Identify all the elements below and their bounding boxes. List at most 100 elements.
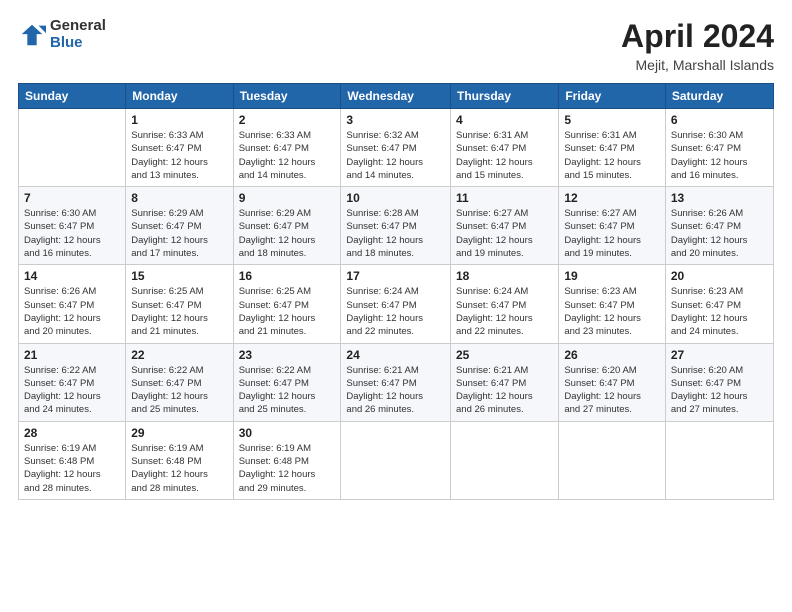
day-number: 11 — [456, 191, 553, 205]
calendar-cell: 26Sunrise: 6:20 AM Sunset: 6:47 PM Dayli… — [559, 343, 666, 421]
day-number: 16 — [239, 269, 336, 283]
calendar-header-friday: Friday — [559, 84, 666, 109]
day-detail: Sunrise: 6:33 AM Sunset: 6:47 PM Dayligh… — [131, 129, 227, 182]
calendar-header-sunday: Sunday — [19, 84, 126, 109]
day-detail: Sunrise: 6:21 AM Sunset: 6:47 PM Dayligh… — [346, 364, 445, 417]
calendar-table: SundayMondayTuesdayWednesdayThursdayFrid… — [18, 83, 774, 500]
title-month: April 2024 — [621, 18, 774, 55]
calendar-cell — [341, 421, 451, 499]
calendar-cell: 9 Sunrise: 6:29 AM Sunset: 6:47 PM Daylig… — [233, 187, 341, 265]
day-detail: Sunrise: 6:33 AM Sunset: 6:47 PM Dayligh… — [239, 129, 336, 182]
day-detail: Sunrise: 6:22 AM Sunset: 6:47 PM Dayligh… — [24, 364, 120, 417]
calendar-week-2: 7Sunrise: 6:30 AM Sunset: 6:47 PM Daylig… — [19, 187, 774, 265]
day-number: 9 — [239, 191, 336, 205]
day-detail: Sunrise: 6:27 AM Sunset: 6:47 PM Dayligh… — [456, 207, 553, 260]
calendar-cell: 1 Sunrise: 6:33 AM Sunset: 6:47 PM Daylig… — [126, 109, 233, 187]
day-detail: Sunrise: 6:30 AM Sunset: 6:47 PM Dayligh… — [24, 207, 120, 260]
day-number: 25 — [456, 348, 553, 362]
day-number: 29 — [131, 426, 227, 440]
calendar-cell: 11 Sunrise: 6:27 AM Sunset: 6:47 PM Dayli… — [451, 187, 559, 265]
day-detail: Sunrise: 6:29 AM Sunset: 6:47 PM Dayligh… — [239, 207, 336, 260]
day-number: 2 — [239, 113, 336, 127]
day-detail: Sunrise: 6:26 AM Sunset: 6:47 PM Dayligh… — [671, 207, 768, 260]
day-number: 19 — [564, 269, 660, 283]
header: General Blue April 2024 Mejit, Marshall … — [18, 18, 774, 73]
day-detail: Sunrise: 6:22 AM Sunset: 6:47 PM Dayligh… — [131, 364, 227, 417]
day-detail: Sunrise: 6:19 AM Sunset: 6:48 PM Dayligh… — [24, 442, 120, 495]
day-detail: Sunrise: 6:19 AM Sunset: 6:48 PM Dayligh… — [239, 442, 336, 495]
calendar-header-saturday: Saturday — [665, 84, 773, 109]
calendar-week-1: 1 Sunrise: 6:33 AM Sunset: 6:47 PM Daylig… — [19, 109, 774, 187]
calendar-cell: 15 Sunrise: 6:25 AM Sunset: 6:47 PM Dayli… — [126, 265, 233, 343]
day-detail: Sunrise: 6:21 AM Sunset: 6:47 PM Dayligh… — [456, 364, 553, 417]
calendar-cell: 4Sunrise: 6:31 AM Sunset: 6:47 PM Daylig… — [451, 109, 559, 187]
day-number: 5 — [564, 113, 660, 127]
calendar-cell — [665, 421, 773, 499]
calendar-cell: 12 Sunrise: 6:27 AM Sunset: 6:47 PM Dayli… — [559, 187, 666, 265]
day-detail: Sunrise: 6:23 AM Sunset: 6:47 PM Dayligh… — [564, 285, 660, 338]
calendar-week-3: 14Sunrise: 6:26 AM Sunset: 6:47 PM Dayli… — [19, 265, 774, 343]
calendar-cell: 20 Sunrise: 6:23 AM Sunset: 6:47 PM Dayli… — [665, 265, 773, 343]
day-number: 30 — [239, 426, 336, 440]
day-number: 27 — [671, 348, 768, 362]
calendar-cell: 28 Sunrise: 6:19 AM Sunset: 6:48 PM Dayli… — [19, 421, 126, 499]
day-detail: Sunrise: 6:25 AM Sunset: 6:47 PM Dayligh… — [239, 285, 336, 338]
calendar-cell: 29 Sunrise: 6:19 AM Sunset: 6:48 PM Dayli… — [126, 421, 233, 499]
page: General Blue April 2024 Mejit, Marshall … — [0, 0, 792, 612]
day-detail: Sunrise: 6:31 AM Sunset: 6:47 PM Dayligh… — [564, 129, 660, 182]
day-detail: Sunrise: 6:32 AM Sunset: 6:47 PM Dayligh… — [346, 129, 445, 182]
day-detail: Sunrise: 6:19 AM Sunset: 6:48 PM Dayligh… — [131, 442, 227, 495]
title-location: Mejit, Marshall Islands — [621, 57, 774, 73]
calendar-cell: 27Sunrise: 6:20 AM Sunset: 6:47 PM Dayli… — [665, 343, 773, 421]
day-number: 15 — [131, 269, 227, 283]
day-number: 1 — [131, 113, 227, 127]
calendar-cell: 3 Sunrise: 6:32 AM Sunset: 6:47 PM Daylig… — [341, 109, 451, 187]
calendar-cell: 5 Sunrise: 6:31 AM Sunset: 6:47 PM Daylig… — [559, 109, 666, 187]
calendar-cell: 25 Sunrise: 6:21 AM Sunset: 6:47 PM Dayli… — [451, 343, 559, 421]
title-block: April 2024 Mejit, Marshall Islands — [621, 18, 774, 73]
day-detail: Sunrise: 6:20 AM Sunset: 6:47 PM Dayligh… — [564, 364, 660, 417]
calendar-header-row: SundayMondayTuesdayWednesdayThursdayFrid… — [19, 84, 774, 109]
day-detail: Sunrise: 6:24 AM Sunset: 6:47 PM Dayligh… — [346, 285, 445, 338]
calendar-header-thursday: Thursday — [451, 84, 559, 109]
day-number: 6 — [671, 113, 768, 127]
day-number: 12 — [564, 191, 660, 205]
calendar-cell: 2 Sunrise: 6:33 AM Sunset: 6:47 PM Daylig… — [233, 109, 341, 187]
day-number: 10 — [346, 191, 445, 205]
day-number: 20 — [671, 269, 768, 283]
day-number: 4 — [456, 113, 553, 127]
day-detail: Sunrise: 6:30 AM Sunset: 6:47 PM Dayligh… — [671, 129, 768, 182]
day-number: 13 — [671, 191, 768, 205]
logo-blue-text: Blue — [50, 35, 106, 52]
day-number: 22 — [131, 348, 227, 362]
day-detail: Sunrise: 6:27 AM Sunset: 6:47 PM Dayligh… — [564, 207, 660, 260]
calendar-cell: 19 Sunrise: 6:23 AM Sunset: 6:47 PM Dayli… — [559, 265, 666, 343]
calendar-cell — [451, 421, 559, 499]
logo-icon — [18, 21, 46, 49]
day-detail: Sunrise: 6:22 AM Sunset: 6:47 PM Dayligh… — [239, 364, 336, 417]
calendar-cell: 22 Sunrise: 6:22 AM Sunset: 6:47 PM Dayli… — [126, 343, 233, 421]
day-number: 21 — [24, 348, 120, 362]
day-detail: Sunrise: 6:29 AM Sunset: 6:47 PM Dayligh… — [131, 207, 227, 260]
calendar-week-5: 28 Sunrise: 6:19 AM Sunset: 6:48 PM Dayli… — [19, 421, 774, 499]
calendar-cell — [19, 109, 126, 187]
logo: General Blue — [18, 18, 106, 51]
day-detail: Sunrise: 6:25 AM Sunset: 6:47 PM Dayligh… — [131, 285, 227, 338]
calendar-cell: 21 Sunrise: 6:22 AM Sunset: 6:47 PM Dayli… — [19, 343, 126, 421]
calendar-cell: 7Sunrise: 6:30 AM Sunset: 6:47 PM Daylig… — [19, 187, 126, 265]
calendar-cell: 16 Sunrise: 6:25 AM Sunset: 6:47 PM Dayli… — [233, 265, 341, 343]
calendar-cell: 14Sunrise: 6:26 AM Sunset: 6:47 PM Dayli… — [19, 265, 126, 343]
logo-text: General Blue — [50, 18, 106, 51]
day-number: 8 — [131, 191, 227, 205]
day-number: 23 — [239, 348, 336, 362]
day-detail: Sunrise: 6:23 AM Sunset: 6:47 PM Dayligh… — [671, 285, 768, 338]
calendar-header-monday: Monday — [126, 84, 233, 109]
day-detail: Sunrise: 6:24 AM Sunset: 6:47 PM Dayligh… — [456, 285, 553, 338]
day-number: 17 — [346, 269, 445, 283]
day-number: 3 — [346, 113, 445, 127]
calendar-cell: 23 Sunrise: 6:22 AM Sunset: 6:47 PM Dayli… — [233, 343, 341, 421]
day-number: 24 — [346, 348, 445, 362]
logo-general-text: General — [50, 18, 106, 35]
day-number: 28 — [24, 426, 120, 440]
calendar-cell: 6 Sunrise: 6:30 AM Sunset: 6:47 PM Daylig… — [665, 109, 773, 187]
